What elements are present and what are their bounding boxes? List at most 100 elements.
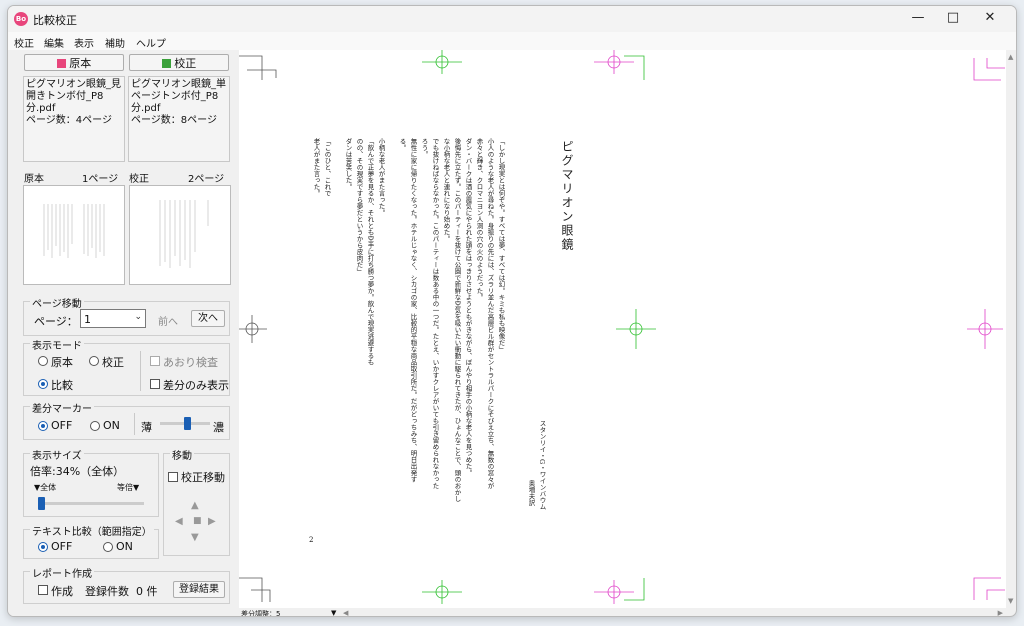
maximize-icon[interactable]: □ [933, 6, 973, 30]
mode-divider [140, 351, 141, 391]
body-line: 「飲んで正夢を見るか、それとも空手に打ち勝つ夢か。飲んで現実逃避するも [366, 138, 374, 366]
report-group-label: レポート作成 [30, 565, 94, 580]
marker-off-radio[interactable] [38, 421, 48, 431]
body-line: 「このひと、これで [323, 138, 331, 197]
report-count-label: 登録件数 [85, 585, 129, 598]
mode-compare-radio[interactable] [38, 379, 48, 389]
diff-adjust-dropdown-icon[interactable]: ▼ [331, 609, 336, 616]
move-up-icon[interactable]: ▲ [191, 500, 199, 511]
body-line: 小人のような老人が尋ねた。身振りの先には、ズラリ並んだ高層ビル群がセントラルパー… [486, 138, 494, 489]
proof-thumbnail[interactable] [129, 185, 231, 285]
move-group-label: 移動 [170, 447, 194, 462]
next-button[interactable]: 次へ [191, 310, 225, 327]
body-line: ろう。 [420, 138, 428, 158]
text-compare-on-label: ON [116, 540, 133, 553]
proof-file-button[interactable]: 校正 [129, 54, 229, 71]
report-create-checkbox[interactable] [38, 585, 48, 595]
move-left-icon[interactable]: ◀ [175, 516, 183, 527]
body-line: ダンは苦笑した。 [344, 138, 352, 190]
display-mode-group-label: 表示モード [30, 337, 84, 352]
menu-help[interactable]: ヘルプ [136, 35, 166, 50]
menu-proof[interactable]: 校正 [14, 35, 34, 50]
page-select[interactable]: 1 ⌄ [80, 309, 146, 328]
window-title: 比較校正 [33, 14, 77, 27]
scroll-right-icon[interactable]: ▶ [998, 609, 1003, 616]
menu-bar: 校正 編集 表示 補助 ヘルプ [8, 32, 1016, 50]
crop-marks [239, 50, 1005, 604]
report-count-value: 0 件 [136, 585, 158, 598]
flip-check-checkbox[interactable] [150, 356, 160, 366]
original-file-button[interactable]: 原本 [24, 54, 124, 71]
prev-button[interactable]: 前へ [158, 313, 178, 328]
mode-original-label: 原本 [51, 356, 73, 369]
diff-adjust-status: 差分調整：5 [241, 610, 281, 617]
menu-assist[interactable]: 補助 [105, 35, 125, 50]
text-compare-on-radio[interactable] [103, 542, 113, 552]
thumb-original-label: 原本 [24, 174, 44, 185]
mode-compare-label: 比較 [51, 379, 73, 392]
report-create-label: 作成 [51, 585, 73, 598]
proof-page-count: ページ数：8ページ [131, 115, 217, 126]
vertical-scrollbar[interactable]: ▲ ▼ [1006, 50, 1016, 608]
proof-color-swatch [161, 59, 171, 68]
scroll-left-icon[interactable]: ◀ [343, 609, 348, 616]
marker-off-label: OFF [51, 419, 73, 432]
menu-view[interactable]: 表示 [74, 35, 94, 50]
mode-proof-radio[interactable] [89, 356, 99, 366]
move-center-icon[interactable]: ■ [193, 516, 202, 526]
chevron-down-icon: ⌄ [134, 312, 142, 322]
page-select-value: 1 [84, 313, 91, 326]
body-line: ダン・バークは酒の霞気にやられた頭をはっきりさせようともがきながら、ぼんやり相手… [464, 138, 472, 476]
mode-proof-label: 校正 [102, 356, 124, 369]
body-line: 後悔先に立たず。このパーティーを抜けて公園で新鮮な空気を吸いたい衝動に駆られてき… [453, 138, 461, 502]
marker-divider [134, 413, 135, 435]
proof-button-label: 校正 [174, 57, 197, 70]
mode-original-radio[interactable] [38, 356, 48, 366]
marker-light-label: 薄 [141, 421, 152, 434]
document-author: スタンリイ・G・ワインバウム [538, 420, 546, 510]
app-window: Bo 比較校正 — □ ✕ 校正 編集 表示 補助 ヘルプ 原本 校正 ピグマリ… [7, 5, 1017, 617]
move-down-icon[interactable]: ▼ [191, 532, 199, 543]
marker-intensity-thumb[interactable] [183, 417, 191, 430]
marker-on-radio[interactable] [90, 421, 100, 431]
app-logo-icon: Bo [14, 12, 28, 26]
body-line: る。 [398, 138, 406, 151]
actual-size-label: 等倍▼ [117, 483, 140, 492]
move-right-icon[interactable]: ▶ [208, 516, 216, 527]
diff-only-checkbox[interactable] [150, 379, 160, 389]
body-line: 無性に家に帰りたくなった。ホテルじゃなく、シカゴの家、比較的平穏な商品取引所だ。… [409, 138, 417, 483]
zoom-slider-track[interactable] [38, 497, 144, 510]
fit-whole-label: ▼全体 [34, 483, 57, 492]
proof-file-name: ピグマリオン眼鏡_単ページトンボ付_P8分.pdf [131, 79, 226, 114]
page-nav-group-label: ページ移動 [30, 295, 84, 310]
text-compare-group-label: テキスト比較（範囲指定） [30, 523, 154, 538]
thumb-proof-label: 校正 [129, 174, 149, 185]
document-translator: 奥増夫訳 [527, 480, 535, 506]
report-result-button[interactable]: 登録結果 [173, 581, 225, 598]
display-size-group-label: 表示サイズ [30, 447, 84, 462]
original-thumbnail-preview [43, 204, 105, 258]
body-line: 「しかし現実とは何ぞや。すべては夢、すべては幻。キミも私も映像だ」 [497, 138, 505, 353]
scroll-down-icon[interactable]: ▼ [1008, 597, 1013, 605]
minimize-icon[interactable]: — [898, 6, 938, 30]
zoom-slider-thumb[interactable] [38, 497, 45, 510]
original-button-label: 原本 [69, 57, 92, 70]
text-compare-off-radio[interactable] [38, 542, 48, 552]
horizontal-scrollbar[interactable]: 差分調整：5 ▼ ◀ ▶ [239, 608, 1006, 617]
document-title: ピグマリオン眼鏡 [560, 140, 574, 252]
proof-move-label: 校正移動 [181, 471, 225, 484]
body-line: 老人がまた言った。 [312, 138, 320, 197]
title-bar: Bo 比較校正 — □ ✕ [8, 6, 1016, 32]
document-view[interactable]: ピグマリオン眼鏡 スタンリイ・G・ワインバウム 奥増夫訳 「しかし現実とは何ぞや… [239, 50, 1006, 608]
scroll-up-icon[interactable]: ▲ [1008, 53, 1013, 61]
zoom-label: 倍率:34%（全体） [30, 465, 125, 478]
menu-edit[interactable]: 編集 [44, 35, 64, 50]
thumb-proof-page: 2ページ [188, 174, 225, 185]
body-line: 赤々と輝き、クロマニヨン人洞の穴の火のようだった。 [475, 138, 483, 301]
marker-on-label: ON [103, 419, 120, 432]
close-icon[interactable]: ✕ [970, 6, 1010, 30]
original-thumbnail[interactable] [23, 185, 125, 285]
proof-move-checkbox[interactable] [168, 472, 178, 482]
marker-intensity-track[interactable] [160, 417, 210, 430]
body-line: な小柄な老人と連れになり始めた。 [442, 138, 450, 242]
